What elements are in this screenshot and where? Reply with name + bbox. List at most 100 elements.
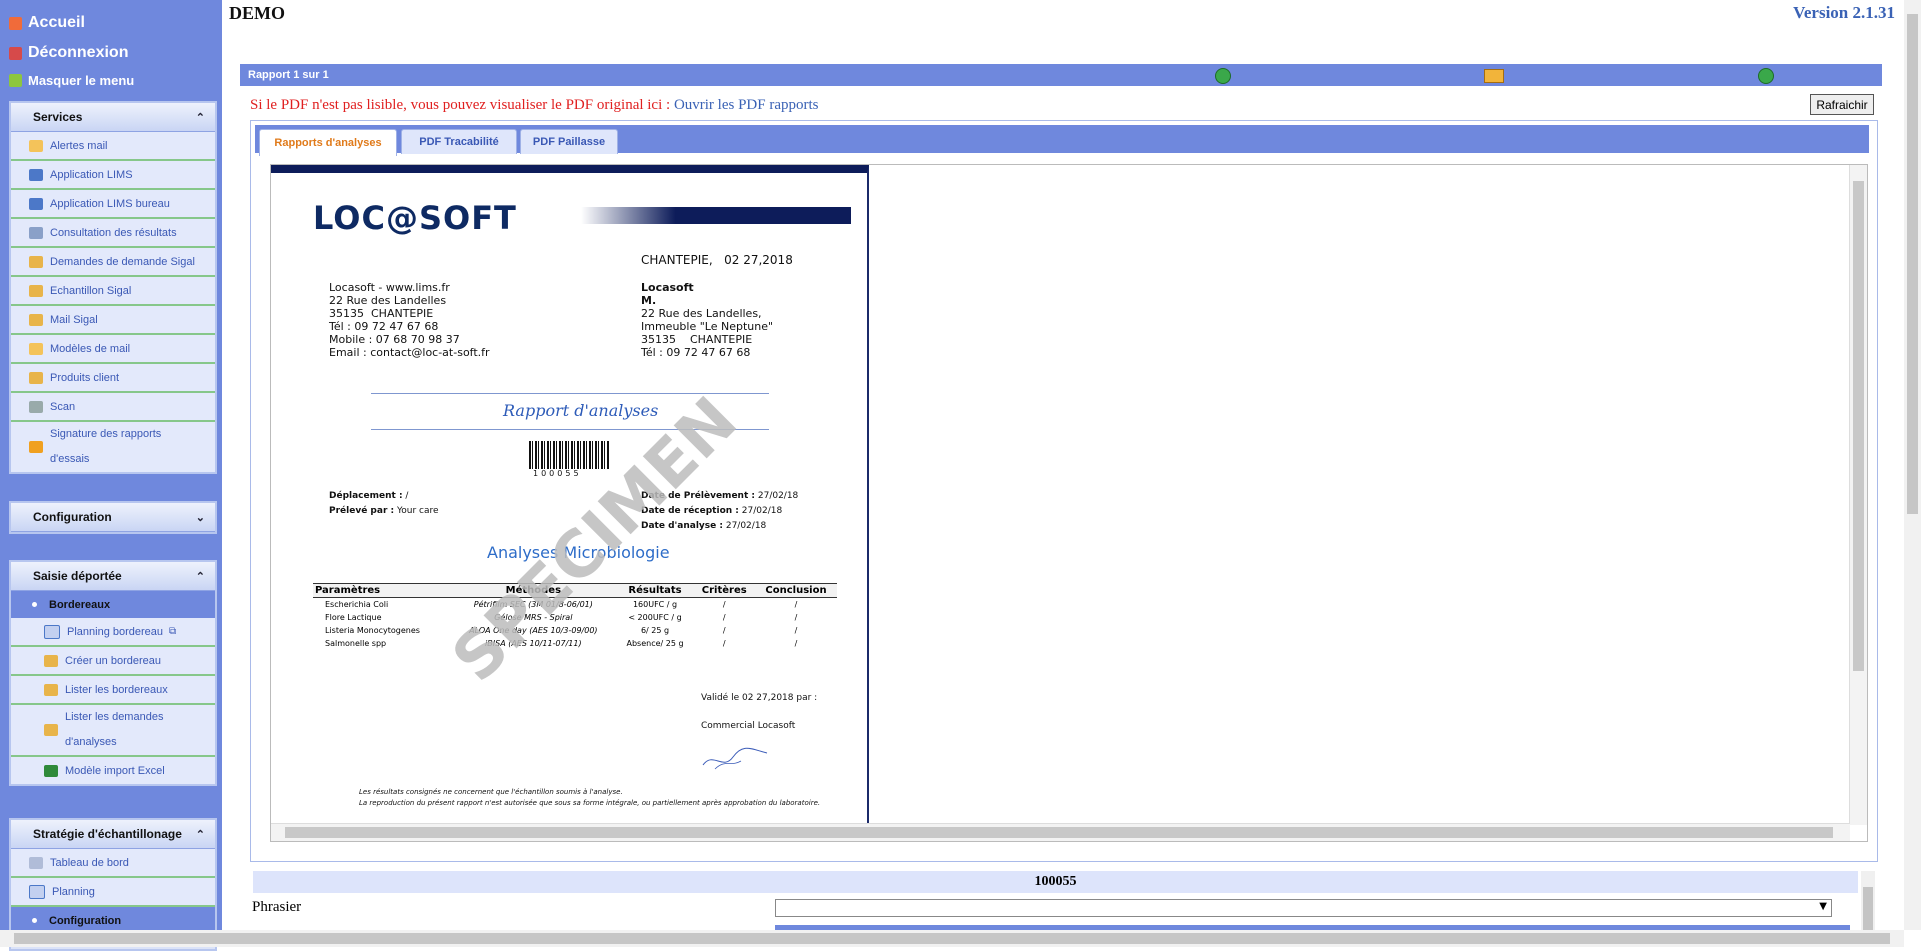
page-horizontal-scrollbar[interactable] — [0, 930, 1904, 947]
preleve-label: Prélevé par : — [329, 506, 395, 516]
open-pdf-link[interactable]: Ouvrir les PDF rapports — [674, 97, 819, 113]
pdf-vertical-scrollbar[interactable] — [1849, 165, 1867, 825]
menu-item-application-lims-bureau[interactable]: Application LIMS bureau — [11, 190, 215, 219]
scrollbar-thumb[interactable] — [14, 933, 1890, 944]
menu-item-mail-sigal[interactable]: Mail Sigal — [11, 306, 215, 335]
tab-pdf-tracabilite[interactable]: PDF Tracabilité — [401, 129, 517, 154]
refresh-button[interactable]: Rafraichir — [1810, 94, 1874, 115]
column-header: Conclusion — [755, 583, 837, 598]
tab-rapports-analyses[interactable]: Rapports d'analyses — [259, 129, 397, 156]
menu-item-label: Produits client — [50, 371, 120, 384]
saisie-panel-header[interactable]: Saisie déportée ⌃ — [11, 562, 215, 591]
menu-item-application-lims[interactable]: Application LIMS — [11, 161, 215, 190]
next-report-icon[interactable] — [1758, 68, 1774, 84]
mail-icon — [29, 342, 43, 355]
report-heading: Rapport d'analyses — [503, 401, 659, 420]
menu-item-lister-demandes[interactable]: Lister les demandes d'analyses — [11, 705, 215, 757]
version-label: Version 2.1.31 — [1793, 3, 1895, 22]
previous-report-icon[interactable] — [1215, 68, 1231, 84]
menu-item-label: Signature des rapports d'essais — [50, 428, 162, 465]
logo-banner — [581, 207, 851, 224]
application-icon — [29, 197, 43, 210]
menu-item-alertes-mail[interactable]: Alertes mail — [11, 132, 215, 161]
configuration-panel-header[interactable]: Configuration ⌄ — [11, 503, 215, 532]
menu-item-produits-client[interactable]: Produits client — [11, 364, 215, 393]
footnote: La reproduction du présent rapport n'est… — [359, 799, 821, 807]
menu-item-echantillon-sigal[interactable]: Echantillon Sigal — [11, 277, 215, 306]
strategie-panel-header[interactable]: Stratégie d'échantillonage ⌃ — [11, 820, 215, 849]
strategie-title: Stratégie d'échantillonage — [33, 827, 182, 841]
validation-text: Validé le 02 27,2018 par : — [701, 693, 818, 703]
menu-item-planning[interactable]: Planning — [11, 878, 215, 907]
scrollbar-thumb[interactable] — [1907, 14, 1918, 514]
logout-icon — [9, 46, 22, 60]
menu-item-label: Lister les bordereaux — [65, 683, 168, 696]
menu-item-modeles-mail[interactable]: Modèles de mail — [11, 335, 215, 364]
scrollbar-thumb[interactable] — [1853, 181, 1864, 671]
menu-item-lister-bordereaux[interactable]: Lister les bordereaux — [11, 676, 215, 705]
chevron-up-icon[interactable]: ⌃ — [196, 111, 205, 124]
table-cell: Escherichia Coli — [325, 600, 389, 609]
menu-item-consultation-resultats[interactable]: Consultation des résultats — [11, 219, 215, 248]
folder-icon — [29, 371, 43, 384]
menu-item-label: Mail Sigal — [50, 313, 98, 326]
menu-item-bordereaux[interactable]: Bordereaux — [11, 591, 215, 618]
signature-icon — [29, 441, 43, 453]
scrollbar-thumb[interactable] — [285, 827, 1833, 838]
chevron-down-icon: ▼ — [1819, 901, 1827, 912]
logout-link[interactable]: Déconnexion — [9, 44, 128, 62]
recipient-name: Locasoft — [641, 281, 694, 294]
logout-link-label: Déconnexion — [28, 44, 129, 61]
external-window-icon[interactable]: ⧉ — [169, 626, 176, 637]
menu-item-label: Configuration — [49, 914, 122, 927]
menu-item-planning-bordereau[interactable]: Planning bordereau ⧉ — [11, 618, 215, 647]
services-panel-header[interactable]: Services ⌃ — [11, 103, 215, 132]
report-folder-icon[interactable] — [1484, 69, 1504, 83]
calendar-icon — [29, 884, 45, 899]
dashboard-icon — [29, 856, 43, 869]
pdf-horizontal-scrollbar[interactable] — [271, 823, 1850, 841]
folder-icon — [29, 284, 43, 297]
table-cell: 6/ 25 g — [640, 626, 670, 635]
menu-item-label: Consultation des résultats — [50, 226, 177, 239]
home-link[interactable]: Accueil — [9, 14, 85, 32]
recipient-line: 35135 CHANTEPIE — [641, 333, 753, 346]
saisie-panel: Saisie déportée ⌃ Bordereaux Planning bo… — [9, 560, 217, 786]
services-title: Services — [33, 110, 83, 124]
bullet-icon — [32, 602, 37, 607]
deplacement-field: Déplacement : / — [329, 491, 408, 501]
configuration-title: Configuration — [33, 510, 112, 524]
page-vertical-scrollbar[interactable] — [1904, 0, 1921, 930]
column-header: Critères — [693, 583, 755, 598]
tab-pdf-paillasse[interactable]: PDF Paillasse — [520, 129, 618, 154]
sender-line: Tél : 09 72 47 67 68 — [329, 320, 439, 333]
menu-item-label: Echantillon Sigal — [50, 284, 132, 297]
footnote: Les résultats consignés ne concernent qu… — [359, 788, 623, 796]
menu-item-creer-bordereau[interactable]: Créer un bordereau — [11, 647, 215, 676]
locasoft-logo: LOC@SOFT — [313, 199, 517, 237]
chevron-up-icon[interactable]: ⌃ — [196, 828, 205, 841]
menu-item-demandes-sigal[interactable]: Demandes de demande Sigal — [11, 248, 215, 277]
hide-menu-link[interactable]: Masquer le menu — [9, 73, 134, 88]
table-cell: / — [794, 626, 798, 635]
table-cell: / — [794, 600, 798, 609]
menu-item-scan[interactable]: Scan — [11, 393, 215, 422]
menu-item-tableau-de-bord[interactable]: Tableau de bord — [11, 849, 215, 878]
deplacement-value: / — [402, 491, 409, 501]
chevron-down-icon[interactable]: ⌄ — [196, 511, 205, 524]
preleve-field: Prélevé par : Your care — [329, 506, 439, 516]
pdf-viewer[interactable]: LOC@SOFT CHANTEPIE, 02 27,2018 Locasoft … — [270, 164, 1868, 842]
table-cell: < 200UFC / g — [628, 613, 682, 622]
recipient-title: M. — [641, 294, 657, 307]
phrasier-label: Phrasier — [252, 899, 302, 915]
menu-item-signature-rapports[interactable]: Signature des rapports d'essais — [11, 422, 215, 472]
table-cell: / — [794, 613, 798, 622]
menu-item-label: Alertes mail — [50, 139, 108, 152]
phrasier-select[interactable]: ▼ — [775, 899, 1832, 917]
home-icon — [9, 16, 22, 30]
validator-name: Commercial Locasoft — [701, 721, 796, 731]
menu-item-modele-import-excel[interactable]: Modèle import Excel — [11, 757, 215, 784]
barcode-number: 100055 — [533, 469, 582, 478]
chevron-up-icon[interactable]: ⌃ — [196, 570, 205, 583]
home-link-label: Accueil — [28, 14, 85, 31]
